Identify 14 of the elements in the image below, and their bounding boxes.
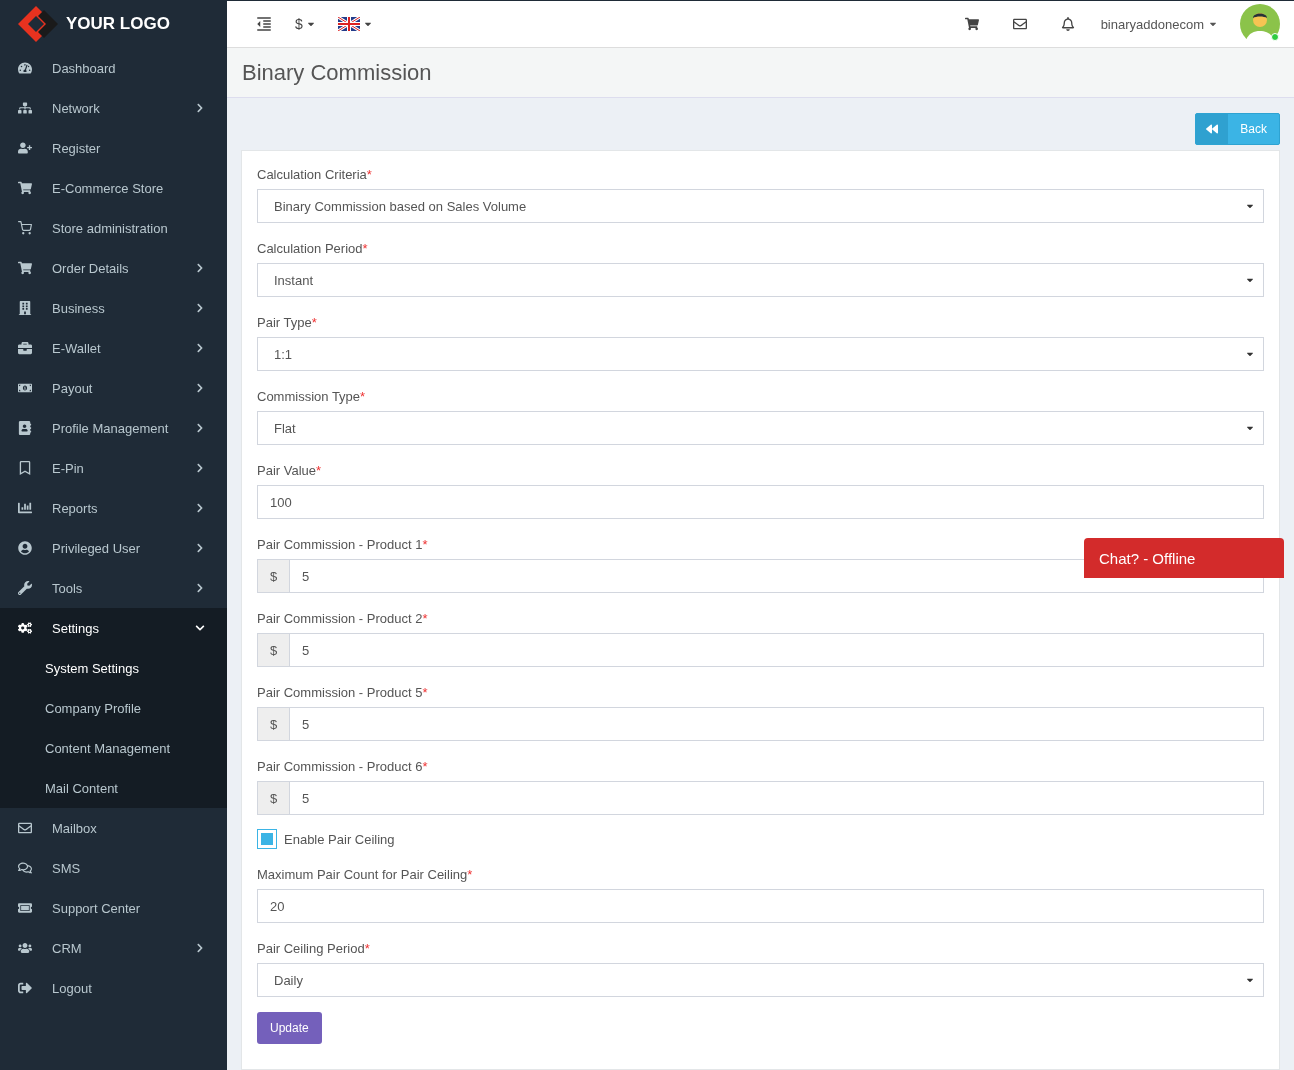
field-label: Maximum Pair Count for Pair Ceiling* [257,867,474,882]
field-label: Pair Value* [257,463,323,478]
field-label: Pair Commission - Product 2* [257,611,429,626]
field-label: Calculation Period* [257,241,369,256]
field-label: Pair Ceiling Period* [257,941,371,956]
field-label: Commission Type* [257,389,367,404]
page-title: Binary Commission [242,59,432,86]
field-label: Calculation Criteria* [257,167,373,182]
field-label: Pair Commission - Product 1* [257,537,429,552]
field-label: Pair Type* [257,315,318,330]
checkbox-label: Enable Pair Ceiling [284,831,395,847]
logo-text: YOUR LOGO [66,14,170,34]
field-label: Pair Commission - Product 6* [257,759,429,774]
field-label: Pair Commission - Product 5* [257,685,429,700]
